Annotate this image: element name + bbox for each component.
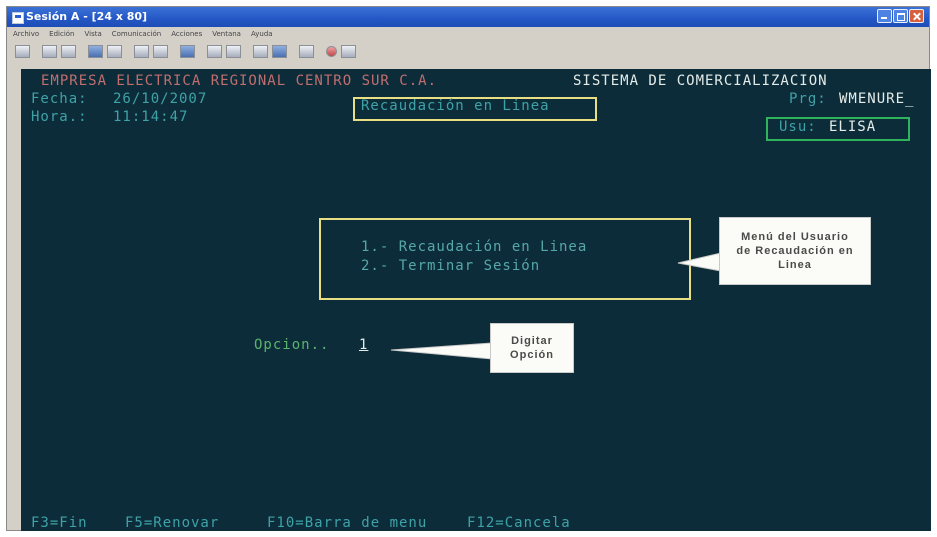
callout-pointers (390, 252, 722, 360)
title-bar: Sesión A - [24 x 80] (7, 7, 929, 27)
toolbar-macro-record-icon[interactable] (226, 45, 241, 58)
toolbar-send-icon[interactable] (88, 45, 103, 58)
menu-callout: Menú del Usuario de Recaudación en Linea (719, 217, 871, 285)
toolbar-copy-icon[interactable] (42, 45, 57, 58)
option-callout-line-1: Digitar (511, 335, 553, 347)
option-callout: Digitar Opción (490, 323, 574, 373)
menu-ayuda[interactable]: Ayuda (251, 27, 273, 41)
toolbar-receive-icon[interactable] (107, 45, 122, 58)
terminal-screen[interactable]: EMPRESA ELECTRICA REGIONAL CENTRO SUR C.… (21, 69, 931, 531)
menu-archivo[interactable]: Archivo (13, 27, 39, 41)
menu-callout-line-1: Menú del Usuario (741, 231, 849, 243)
menu-comunicacion[interactable]: Comunicación (112, 27, 161, 41)
toolbar-chart-icon[interactable] (180, 45, 195, 58)
toolbar-macro-play-icon[interactable] (207, 45, 222, 58)
menu-callout-pointer (677, 252, 722, 272)
toolbar-settings-icon[interactable] (153, 45, 168, 58)
menu-bar: Archivo Edición Vista Comunicación Accio… (7, 27, 929, 41)
menu-callout-line-2: de Recaudación en (736, 245, 854, 257)
minimize-icon[interactable] (877, 9, 892, 23)
window-title: Sesión A - [24 x 80] (26, 10, 148, 23)
toolbar-print-icon[interactable] (15, 45, 30, 58)
menu-acciones[interactable]: Acciones (171, 27, 202, 41)
toolbar-map-icon[interactable] (272, 45, 287, 58)
option-callout-line-2: Opción (510, 349, 554, 361)
toolbar (7, 41, 929, 62)
toolbar-paste-icon[interactable] (61, 45, 76, 58)
emulator-window: Sesión A - [24 x 80] Archivo Edición Vis… (6, 6, 931, 531)
toolbar-options-icon[interactable] (341, 45, 356, 58)
menu-callout-line-3: Linea (778, 259, 812, 271)
close-icon[interactable] (909, 9, 924, 23)
toolbar-keyboard-icon[interactable] (253, 45, 268, 58)
menu-edicion[interactable]: Edición (49, 27, 74, 41)
menu-ventana[interactable]: Ventana (212, 27, 241, 41)
toolbar-help-icon[interactable] (299, 45, 314, 58)
menu-vista[interactable]: Vista (85, 27, 102, 41)
toolbar-stop-icon[interactable] (326, 46, 337, 57)
app-icon (12, 12, 24, 24)
option-callout-pointer (390, 342, 493, 360)
toolbar-display-icon[interactable] (134, 45, 149, 58)
maximize-icon[interactable] (893, 9, 908, 23)
